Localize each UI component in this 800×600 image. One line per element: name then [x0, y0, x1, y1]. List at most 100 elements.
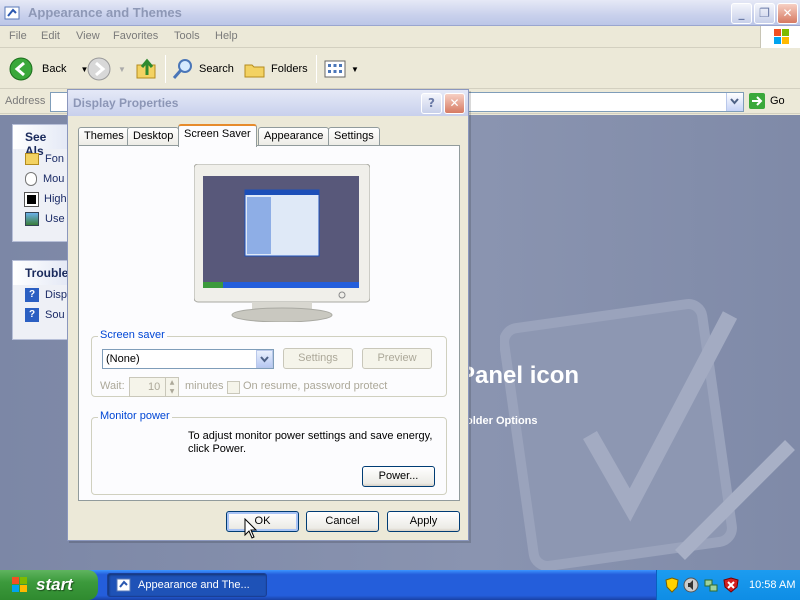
mouse-icon [25, 172, 37, 186]
tab-settings[interactable]: Settings [328, 127, 380, 146]
wait-spinner[interactable]: 10 ▲ ▼ [129, 377, 179, 397]
help-button[interactable]: ? [421, 93, 442, 114]
preview-button[interactable]: Preview [362, 348, 432, 369]
screen-saver-page: Screen saver (None) Settings Preview Wai… [78, 145, 460, 501]
menu-file[interactable]: File [9, 30, 27, 42]
troubleshooters-panel: Trouble ? Disp ? Sou [12, 260, 70, 340]
tab-screen-saver[interactable]: Screen Saver [178, 124, 257, 147]
troubleshooter-label: Sou [45, 309, 65, 321]
forward-arrow-icon [87, 57, 111, 81]
network-icon[interactable] [703, 577, 719, 593]
ok-button[interactable]: OK [226, 511, 299, 532]
monitor-power-legend: Monitor power [98, 410, 172, 422]
go-arrow-icon [749, 93, 765, 109]
see-also-label: High [44, 193, 67, 205]
tab-appearance[interactable]: Appearance [258, 127, 330, 146]
wait-value: 10 [148, 381, 161, 393]
taskbar: start Appearance and The... 10:58 AM [0, 570, 800, 600]
back-arrow-icon [9, 57, 33, 81]
search-label: Search [199, 63, 234, 75]
back-label: Back [42, 63, 67, 75]
cancel-button[interactable]: Cancel [306, 511, 379, 532]
see-also-user-accounts[interactable]: Use [13, 209, 69, 229]
explorer-title-bar[interactable]: Appearance and Themes _ ❐ ✕ [0, 0, 800, 26]
see-also-high-contrast[interactable]: High [13, 189, 69, 209]
views-icon [324, 60, 346, 78]
speaker-icon[interactable] [683, 577, 699, 593]
spinner-arrows-icon: ▲ ▼ [165, 378, 178, 396]
screen-saver-select[interactable]: (None) [102, 349, 274, 369]
fonts-folder-icon [25, 153, 39, 165]
tab-desktop[interactable]: Desktop [127, 127, 180, 146]
high-contrast-icon [24, 191, 39, 207]
energy-star-icon [104, 430, 162, 476]
password-protect-label: On resume, password protect [243, 380, 388, 392]
minimize-button[interactable]: _ [731, 3, 752, 24]
chevron-down-icon[interactable] [256, 350, 273, 368]
up-folder-button[interactable] [135, 55, 159, 83]
see-also-label: Use [45, 213, 65, 225]
see-also-mouse[interactable]: Mou [13, 169, 69, 189]
dialog-title-bar[interactable]: Display Properties ? ✕ [68, 90, 468, 116]
toolbar-separator [316, 55, 317, 83]
apply-button[interactable]: Apply [387, 511, 460, 532]
explorer-title: Appearance and Themes [28, 5, 182, 20]
standard-toolbar: Back ▼ ▼ Search Folders ▼ [0, 49, 800, 89]
clock: 10:58 AM [749, 579, 796, 591]
windows-logo-icon [760, 26, 800, 48]
control-panel-icon [116, 578, 131, 592]
control-panel-watermark-icon [500, 299, 795, 570]
address-label: Address [5, 95, 46, 107]
go-button[interactable]: Go [748, 92, 785, 110]
forward-button[interactable]: ▼ [86, 55, 126, 83]
close-button[interactable]: ✕ [777, 3, 798, 24]
password-protect-checkbox[interactable] [227, 381, 240, 394]
see-also-label: Mou [43, 173, 65, 185]
menu-help[interactable]: Help [215, 30, 238, 42]
start-button[interactable]: start [0, 570, 98, 600]
up-folder-icon [136, 58, 156, 79]
views-button[interactable]: ▼ [323, 55, 359, 83]
monitor-power-text: To adjust monitor power settings and sav… [188, 430, 433, 455]
monitor-preview [194, 164, 370, 322]
troubleshooter-label: Disp [45, 289, 68, 301]
see-also-title: See Als [13, 125, 69, 158]
taskbar-item-label: Appearance and The... [138, 579, 250, 591]
tab-themes[interactable]: Themes [78, 127, 130, 146]
wait-label: Wait: [100, 380, 125, 392]
folders-button[interactable]: Folders [243, 55, 308, 83]
troubleshooters-title: Trouble [13, 261, 69, 285]
back-button[interactable]: Back ▼ [8, 55, 88, 83]
security-alert-icon[interactable] [723, 577, 739, 593]
dialog-close-button[interactable]: ✕ [444, 93, 465, 114]
menu-edit[interactable]: Edit [41, 30, 60, 42]
menu-bar: File Edit View Favorites Tools Help [0, 26, 800, 48]
troubleshooter-display[interactable]: ? Disp [13, 285, 69, 305]
folder-icon [4, 6, 20, 20]
views-dropdown-icon: ▼ [351, 64, 359, 74]
help-icon: ? [25, 308, 39, 322]
security-shield-icon[interactable] [665, 577, 679, 593]
folders-label: Folders [271, 63, 308, 75]
power-button[interactable]: Power... [362, 466, 435, 487]
settings-button[interactable]: Settings [283, 348, 353, 369]
taskbar-item-appearance[interactable]: Appearance and The... [107, 573, 267, 597]
troubleshooter-sound[interactable]: ? Sou [13, 305, 69, 325]
menu-view[interactable]: View [76, 30, 100, 42]
address-dropdown-icon[interactable] [726, 93, 743, 111]
go-label: Go [770, 95, 785, 107]
start-label: start [36, 575, 73, 594]
mouse-cursor-icon [244, 518, 258, 539]
see-also-label: Fon [45, 153, 64, 165]
display-properties-dialog: Display Properties ? ✕ Themes Desktop Sc… [67, 89, 469, 541]
menu-tools[interactable]: Tools [174, 30, 200, 42]
minutes-label: minutes [185, 380, 224, 392]
search-button[interactable]: Search [171, 55, 234, 83]
folder-options-link[interactable]: older Options [466, 415, 538, 427]
maximize-button[interactable]: ❐ [754, 3, 775, 24]
menu-favorites[interactable]: Favorites [113, 30, 158, 42]
screen-saver-selected: (None) [106, 353, 140, 365]
help-icon: ? [25, 288, 39, 302]
search-icon [172, 59, 192, 79]
windows-logo-icon [12, 577, 27, 592]
